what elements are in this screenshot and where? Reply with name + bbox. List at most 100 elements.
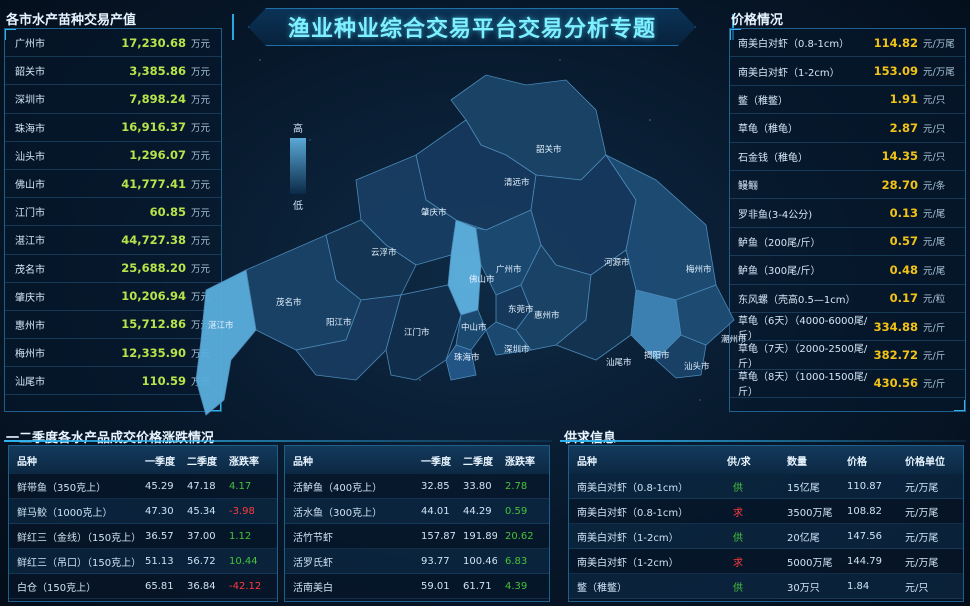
item-unit: 元/只 xyxy=(923,123,946,135)
item-value: 382.72 xyxy=(873,347,918,362)
list-item[interactable]: 鳗鲡 28.70 元/条 xyxy=(730,171,965,200)
list-item[interactable]: 东风螺（壳高0.5—1cm） 0.17 元/粒 xyxy=(730,285,965,313)
cell-q2: 100.46 xyxy=(463,555,497,567)
cell-q2: 36.84 xyxy=(187,580,216,592)
cell-price: 110.87 xyxy=(847,480,882,492)
table-row[interactable]: 鲜马鲛（1000克上） 47.30 45.34 -3.98 xyxy=(9,499,277,524)
list-item[interactable]: 南美白对虾（0.8-1cm） 114.82 元/万尾 xyxy=(730,29,965,58)
table-row[interactable]: 白仓（150克上） 65.81 36.84 -42.12 xyxy=(9,574,277,599)
header-cell: 品种 xyxy=(293,456,313,468)
item-value: 3,385.86 xyxy=(129,63,186,78)
region-zhuhai[interactable] xyxy=(445,344,477,381)
item-unit: 元/只 xyxy=(923,152,946,164)
item-name: 梅州市 xyxy=(15,349,45,361)
item-name: 草龟（8天）（1000-1500尾/斤） xyxy=(738,372,868,399)
table-row[interactable]: 活竹节虾 157.87 191.89 20.62 xyxy=(285,524,549,549)
item-name: 鲈鱼（200尾/斤） xyxy=(738,237,821,249)
list-item[interactable]: 草龟（6天）（4000-6000尾/斤） 334.88 元/斤 xyxy=(730,313,965,342)
cell-q2: 37.00 xyxy=(187,530,216,542)
item-unit: 元/尾 xyxy=(923,209,946,221)
table-row[interactable]: 南美白对虾（0.8-1cm） 供 15亿尾 110.87 元/万尾 xyxy=(569,474,963,499)
table-row[interactable]: 南美白对虾（1-2cm） 求 5000万尾 144.79 元/万尾 xyxy=(569,549,963,574)
cell-q1: 36.57 xyxy=(145,530,174,542)
cell-name: 鲜红三（金线）（150克上） xyxy=(17,532,137,544)
header-cell: 一季度 xyxy=(421,456,451,468)
cell-qty: 15亿尾 xyxy=(787,482,820,494)
item-value: 44,727.38 xyxy=(121,232,186,247)
cell-rate: 0.59 xyxy=(505,505,528,517)
item-name: 佛山市 xyxy=(15,180,45,192)
cell-type: 求 xyxy=(733,557,743,569)
region-zhanjiang[interactable] xyxy=(195,269,257,416)
item-value: 0.13 xyxy=(889,206,918,221)
list-item[interactable]: 鲈鱼（300尾/斤） 0.48 元/尾 xyxy=(730,256,965,285)
list-item[interactable]: 草龟（7天）（2000-2500尾/斤） 382.72 元/斤 xyxy=(730,341,965,370)
cell-rate: 1.12 xyxy=(229,530,252,542)
header-cell: 涨跌率 xyxy=(505,456,535,468)
list-item[interactable]: 石金钱（稚龟） 14.35 元/只 xyxy=(730,143,965,171)
cell-q2: 47.18 xyxy=(187,480,216,492)
table-row[interactable]: 活罗氏虾 93.77 100.46 6.83 xyxy=(285,549,549,574)
list-item[interactable]: 鳖（稚鳖） 1.91 元/只 xyxy=(730,86,965,115)
map-city-label: 佛山市 xyxy=(469,274,495,284)
list-item[interactable]: 罗非鱼(3-4公分) 0.13 元/尾 xyxy=(730,199,965,228)
cell-rate: 2.78 xyxy=(505,480,528,492)
cell-name: 鲜马鲛（1000克上） xyxy=(17,507,113,519)
list-item[interactable]: 南美白对虾（1-2cm） 153.09 元/万尾 xyxy=(730,57,965,86)
cell-q1: 47.30 xyxy=(145,505,174,517)
item-name: 南美白对虾（1-2cm） xyxy=(738,67,840,79)
map-city-label: 潮州市 xyxy=(721,334,746,344)
table-row[interactable]: 南美白对虾（0.8-1cm） 求 3500万尾 108.82 元/万尾 xyxy=(569,499,963,524)
item-value: 334.88 xyxy=(873,319,918,334)
table-row[interactable]: 鳖（稚鳖） 供 30万只 1.84 元/只 xyxy=(569,574,963,599)
item-value: 14.35 xyxy=(881,149,918,164)
item-name: 鳗鲡 xyxy=(738,181,758,193)
header-cell: 数量 xyxy=(787,456,807,468)
item-name: 汕尾市 xyxy=(15,377,45,389)
item-value: 7,898.24 xyxy=(129,91,186,106)
list-item[interactable]: 草龟（8天）（1000-1500尾/斤） 430.56 元/斤 xyxy=(730,370,965,398)
table-row[interactable]: 鲜红三（金线）（150克上） 36.57 37.00 1.12 xyxy=(9,524,277,549)
map-city-label: 江门市 xyxy=(404,327,430,337)
item-name: 韶关市 xyxy=(15,67,45,79)
item-name: 草龟（7天）（2000-2500尾/斤） xyxy=(738,344,868,370)
cell-name: 南美白对虾（1-2cm） xyxy=(577,532,679,544)
cell-unit: 元/万尾 xyxy=(905,507,939,519)
item-unit: 元/尾 xyxy=(923,237,946,249)
table-row[interactable]: 鲜带鱼（350克上） 45.29 47.18 4.17 xyxy=(9,474,277,499)
change-title: 一二季度各水产品成交价格涨跌情况 xyxy=(6,431,215,446)
item-value: 10,206.94 xyxy=(121,289,186,304)
title-left-bracket xyxy=(232,14,250,40)
cell-name: 活竹节虾 xyxy=(293,532,333,544)
list-item[interactable]: 广州市 17,230.68 万元 xyxy=(5,29,221,58)
cell-q2: 44.29 xyxy=(463,505,492,517)
cell-price: 147.56 xyxy=(847,530,882,542)
item-name: 茂名市 xyxy=(15,264,45,276)
guangdong-map[interactable]: 韶关市清远市肇庆市云浮市佛山市广州市 河源市梅州市茂名市阳江市江门市 中山市 东莞市惠… xyxy=(186,60,746,420)
cell-name: 活罗氏虾 xyxy=(293,557,333,569)
item-value: 60.85 xyxy=(149,204,186,219)
cell-name: 活水鱼（300克上） xyxy=(293,507,383,519)
cell-q1: 32.85 xyxy=(421,480,450,492)
item-value: 2.87 xyxy=(889,120,918,135)
table-row[interactable]: 鲜红三（吊口）（150克上） 51.13 56.72 10.44 xyxy=(9,549,277,574)
cell-qty: 20亿尾 xyxy=(787,532,820,544)
table-row[interactable]: 南美白对虾（1-2cm） 供 20亿尾 147.56 元/万尾 xyxy=(569,524,963,549)
list-item[interactable]: 鲈鱼（200尾/斤） 0.57 元/尾 xyxy=(730,228,965,257)
cell-type: 求 xyxy=(733,507,743,519)
table-row[interactable]: 活鲈鱼（400克上） 32.85 33.80 2.78 xyxy=(285,474,549,499)
list-item[interactable]: 草龟（稚龟） 2.87 元/只 xyxy=(730,114,965,143)
table-row[interactable]: 活南美白 59.01 61.71 4.39 xyxy=(285,574,549,599)
item-unit: 元/只 xyxy=(923,95,946,107)
left-panel-title: 各市水产苗种交易产值 xyxy=(6,13,137,28)
legend-gradient-bar xyxy=(290,138,306,194)
item-name: 石金钱（稚龟） xyxy=(738,152,808,164)
item-unit: 元/斤 xyxy=(923,350,946,362)
item-unit: 元/斤 xyxy=(923,322,946,334)
item-name: 江门市 xyxy=(15,208,45,220)
legend-high-label: 高 xyxy=(293,124,303,135)
price-change-table-right: 品种 一季度 二季度 涨跌率 活鲈鱼（400克上） 32.85 33.80 2.78 活水鱼（3… xyxy=(284,445,550,602)
cell-q1: 157.87 xyxy=(421,530,455,542)
item-name: 深圳市 xyxy=(15,95,45,107)
table-row[interactable]: 活水鱼（300克上） 44.01 44.29 0.59 xyxy=(285,499,549,524)
